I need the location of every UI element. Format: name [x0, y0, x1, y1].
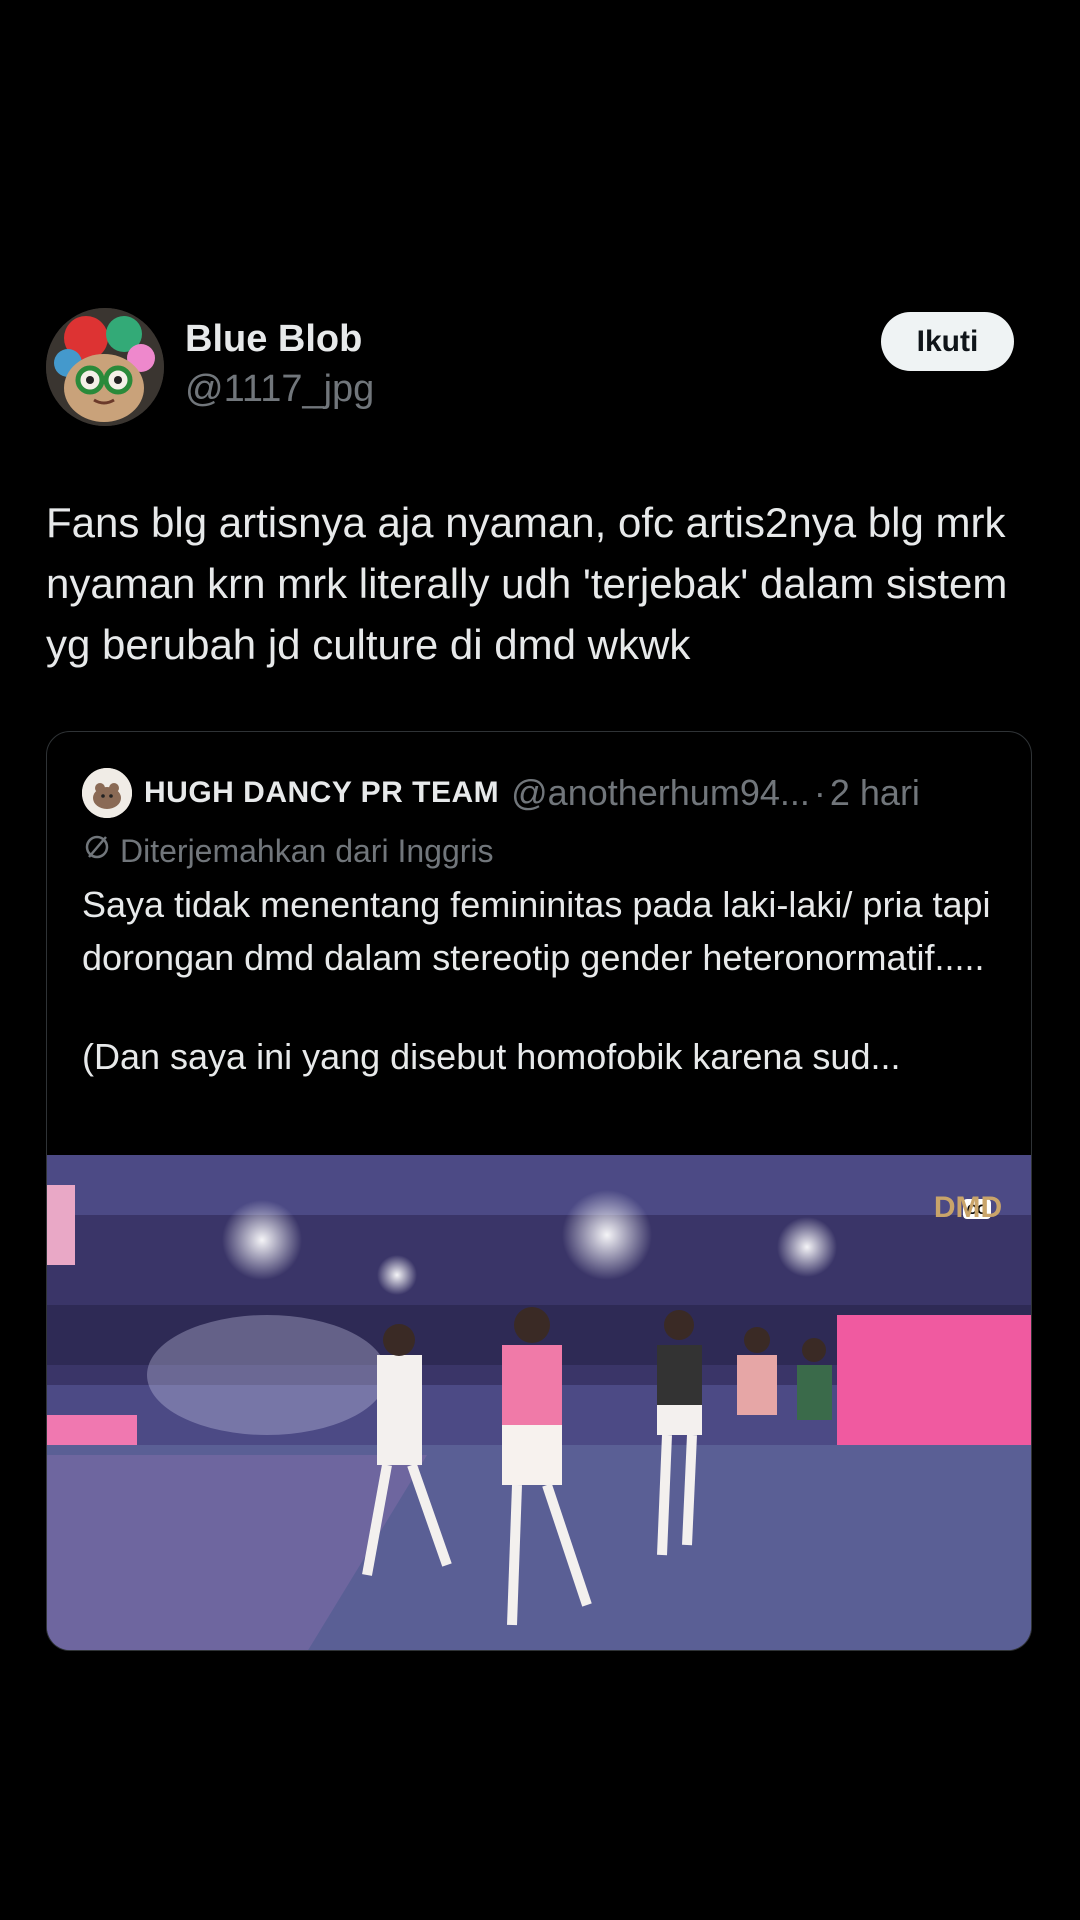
quoted-text-paragraph-1: Saya tidak menentang femininitas pada la…: [82, 884, 991, 978]
quoted-timestamp: 2 hari: [829, 772, 920, 813]
translation-label: Diterjemahkan dari Inggris: [120, 832, 494, 869]
quoted-author-name: HUGH DANCY PR TEAM: [144, 776, 500, 809]
quoted-tweet-header: HUGH DANCY PR TEAM @anotherhum94... · 2 …: [82, 768, 920, 818]
author-display-name[interactable]: Blue Blob: [185, 318, 362, 361]
translate-icon: [82, 832, 112, 870]
quoted-text-paragraph-2: (Dan saya ini yang disebut homofobik kar…: [82, 1036, 901, 1077]
tweet-text: Fans blg artisnya aja nyaman, ofc artis2…: [46, 499, 1008, 668]
separator-dot: ·: [813, 772, 826, 813]
dmd-logo-text: DMD: [934, 1191, 1002, 1224]
translation-notice[interactable]: Diterjemahkan dari Inggris: [82, 832, 494, 870]
follow-button[interactable]: Ikuti: [881, 312, 1014, 371]
quoted-video-thumbnail[interactable]: CC DMD: [47, 1155, 1031, 1650]
author-handle[interactable]: @1117_jpg: [185, 368, 374, 411]
stage-scene: [47, 1155, 1031, 1650]
author-avatar[interactable]: [46, 308, 164, 426]
quoted-author-avatar: [82, 768, 132, 818]
quoted-tweet-text: Saya tidak menentang femininitas pada la…: [82, 878, 1012, 1083]
quoted-tweet[interactable]: HUGH DANCY PR TEAM @anotherhum94... · 2 …: [46, 731, 1032, 1651]
dmd-logo: DMD: [934, 1191, 1002, 1224]
quoted-author-handle: @anotherhum94...: [511, 772, 810, 813]
